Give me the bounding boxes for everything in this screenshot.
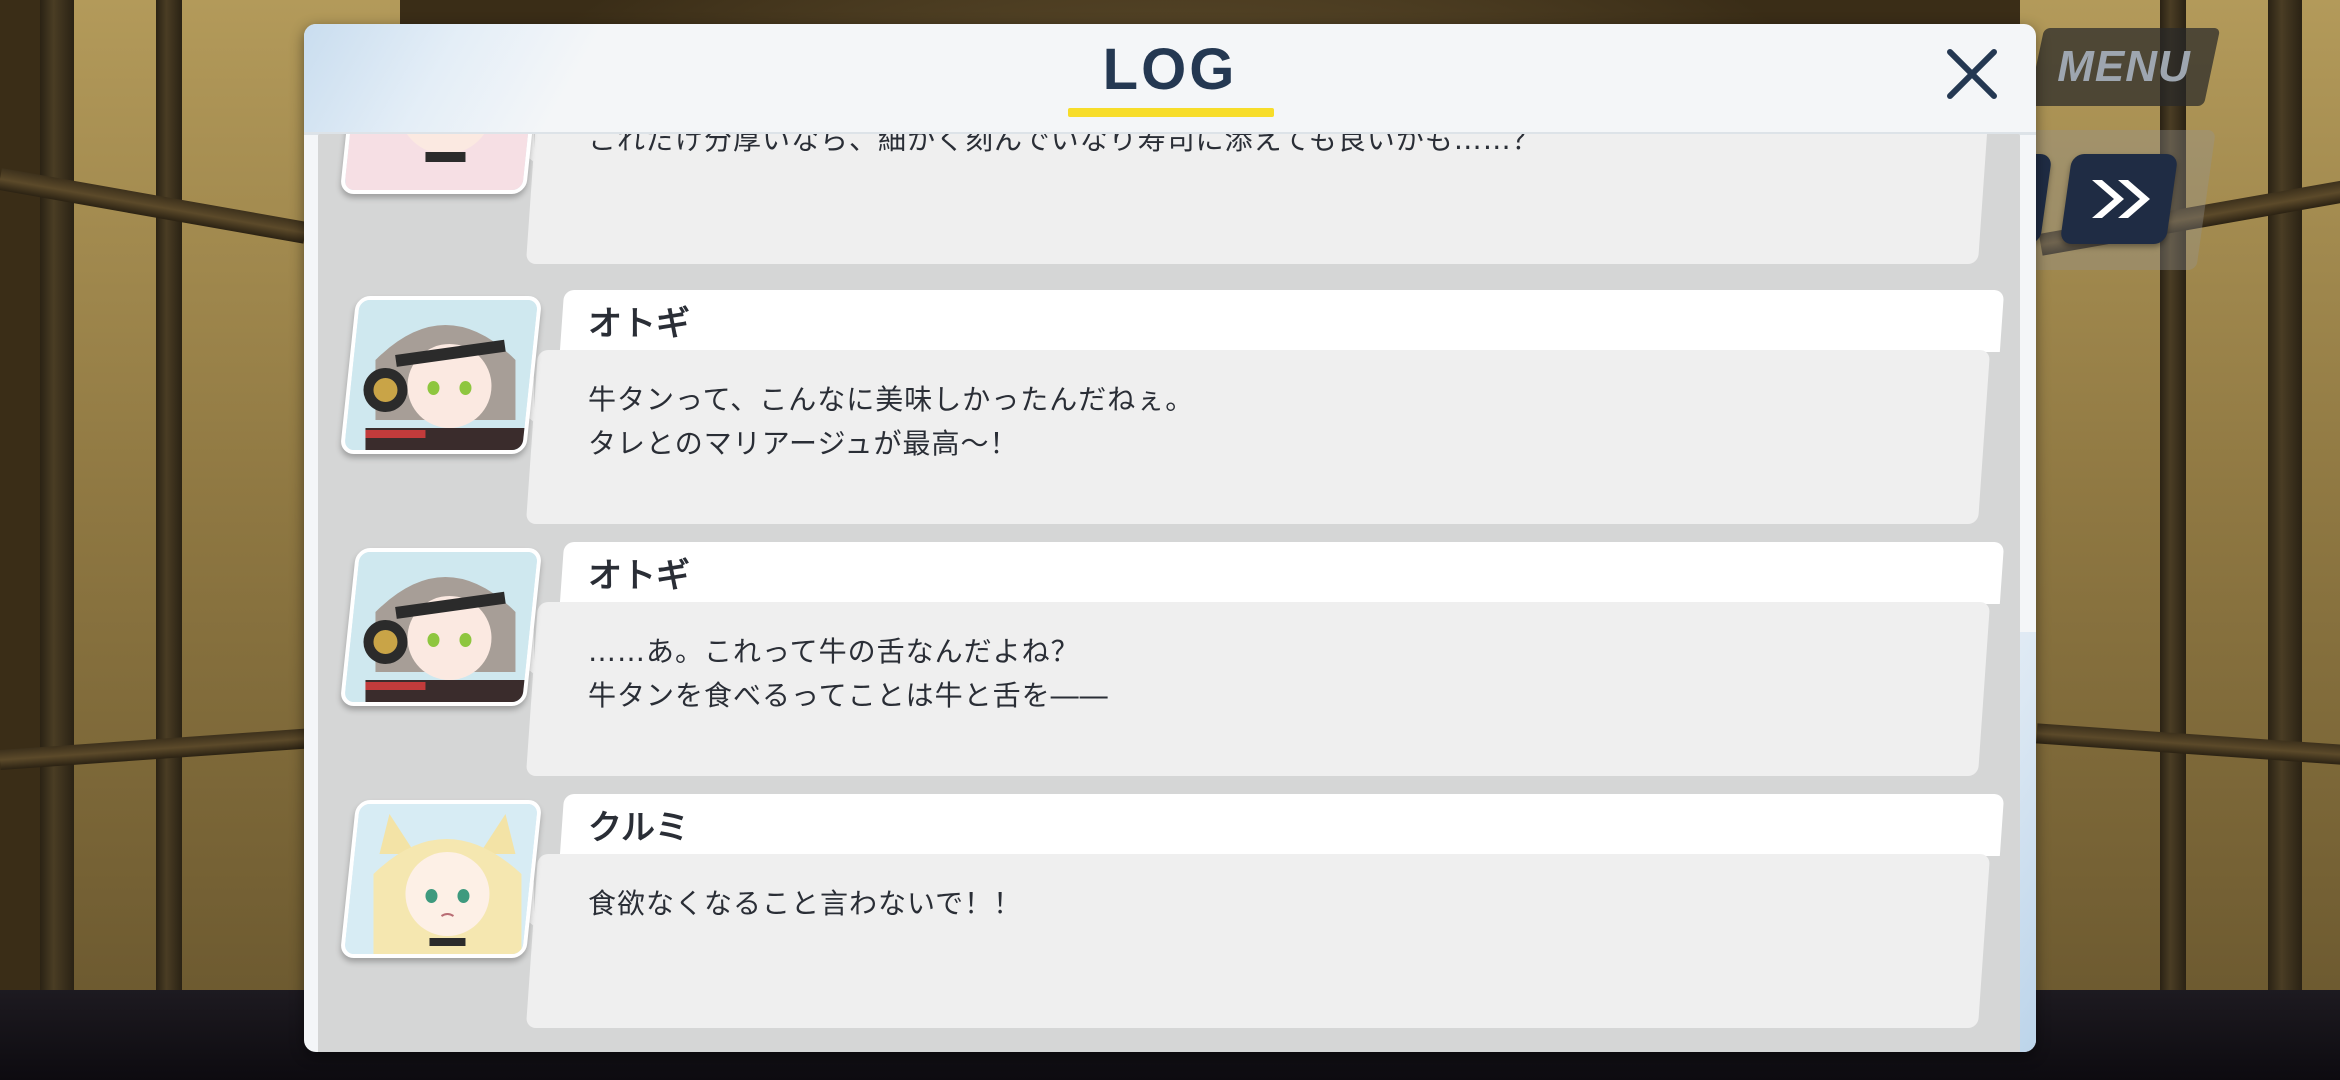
speaker-name: クルミ <box>588 808 689 848</box>
menu-button[interactable]: MENU <box>2027 28 2221 106</box>
log-entry: これだけ分厚いなら、細かく刻んでいなり寿司に添えても良いかも……？ <box>318 134 2020 266</box>
close-button[interactable] <box>1942 44 2002 104</box>
dialogue-line: 牛タンを食べるってことは牛と舌を―― <box>588 679 1109 712</box>
otogi-avatar[interactable] <box>339 548 543 706</box>
speaker-name: オトギ <box>588 556 690 596</box>
pink-hair-character-avatar[interactable] <box>339 134 543 194</box>
log-entry: オトギ ……あ。これって牛の舌なんだよね？ 牛タンを食べるってことは牛と舌を―― <box>318 542 2020 778</box>
otogi-avatar[interactable] <box>339 296 543 454</box>
skip-button[interactable] <box>2059 154 2179 244</box>
dialogue-bubble <box>525 854 1991 1028</box>
menu-label: MENU <box>2057 42 2191 91</box>
title-underline <box>1068 108 1274 117</box>
log-title: LOG <box>1102 37 1238 102</box>
log-list[interactable]: これだけ分厚いなら、細かく刻んでいなり寿司に添えても良いかも……？ オトギ 牛タ… <box>318 134 2020 1052</box>
dialogue-line: 食欲なくなること言わないで！！ <box>588 887 1023 920</box>
dialogue-line: ……あ。これって牛の舌なんだよね？ <box>588 635 1080 668</box>
dialogue-line: 牛タンって、こんなに美味しかったんだねぇ。 <box>588 383 1195 416</box>
speaker-name: オトギ <box>588 304 690 344</box>
close-icon <box>1947 49 1997 99</box>
log-entry: クルミ 食欲なくなること言わないで！！ <box>318 794 2020 1030</box>
dialogue-line: これだけ分厚いなら、細かく刻んでいなり寿司に添えても良いかも……？ <box>588 134 1541 156</box>
speaker-strip <box>559 794 2005 856</box>
kurumi-avatar[interactable] <box>339 800 543 958</box>
speaker-strip <box>559 290 2005 352</box>
dialogue-line: タレとのマリアージュが最高～！ <box>588 427 1019 460</box>
speaker-strip <box>559 542 2005 604</box>
log-window: LOG これだけ分厚いなら、細かく刻んでいなり寿司に添えても良いかも……？ オト… <box>304 24 2036 1052</box>
fast-forward-icon <box>2092 180 2150 218</box>
log-entry: オトギ 牛タンって、こんなに美味しかったんだねぇ。 タレとのマリアージュが最高～… <box>318 290 2020 526</box>
